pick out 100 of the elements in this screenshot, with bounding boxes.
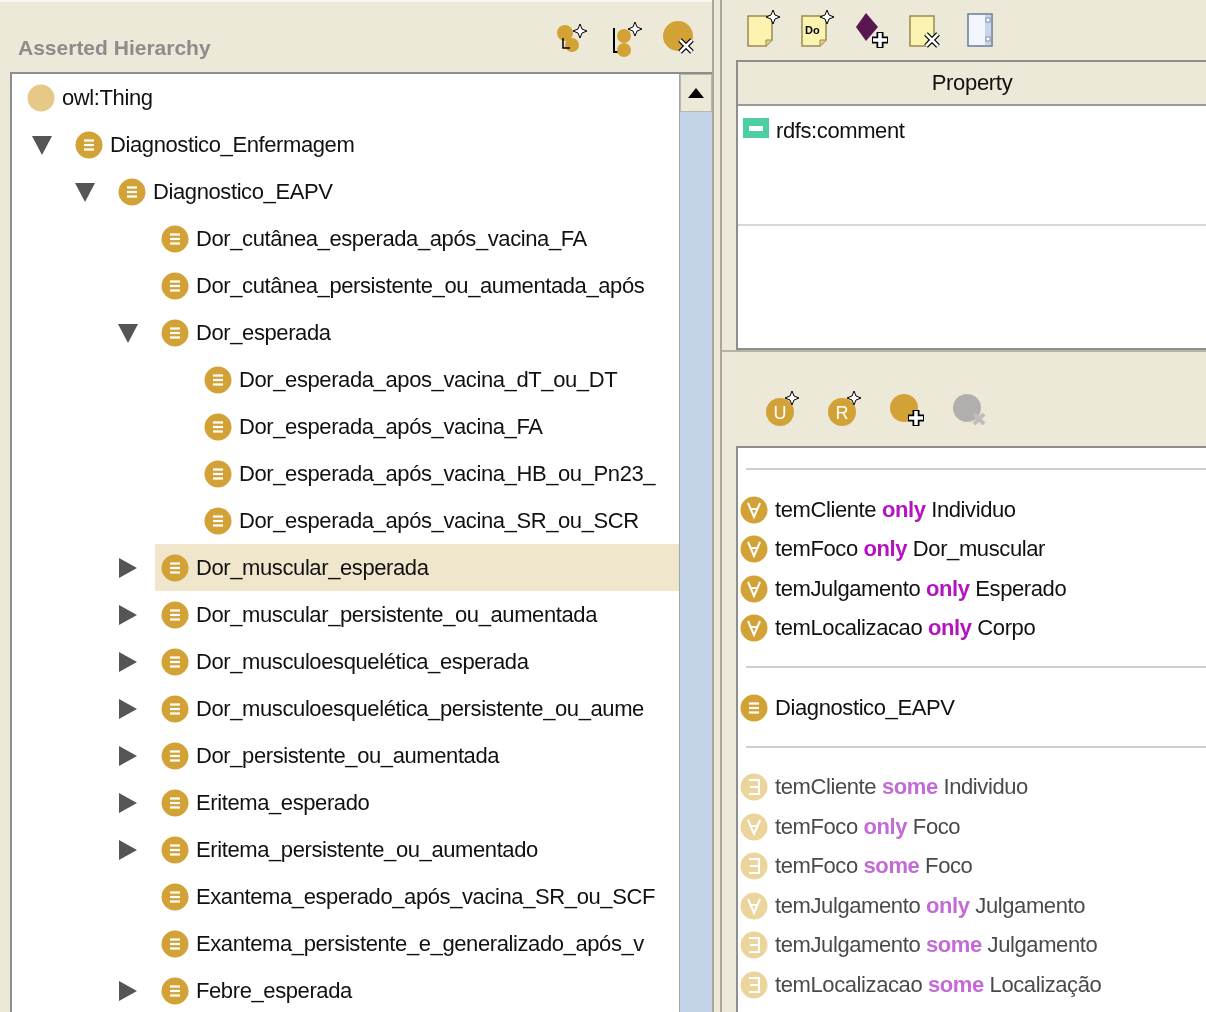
tree-row[interactable]: Dor_esperada_após_vacina_FA [12, 403, 679, 450]
existential-restriction-icon [740, 773, 768, 802]
class-label: Dor_muscular_persistente_ou_aumentada [196, 601, 597, 628]
existential-restriction-icon [740, 970, 768, 999]
tree-row[interactable]: Dor_esperada_apos_vacina_dT_ou_DT [12, 356, 679, 403]
scroll-up-button[interactable] [680, 74, 712, 112]
class-label: Eritema_persistente_ou_aumentado [196, 836, 538, 863]
class-label: Dor_cutânea_persistente_ou_aumentada_após [196, 272, 645, 299]
arrow-up-icon [688, 88, 704, 98]
class-icon [118, 177, 146, 206]
condition-text: temLocalizacao only Corpo [775, 615, 1036, 642]
class-icon [740, 693, 768, 722]
tree-row[interactable]: Dor_esperada_após_vacina_HB_ou_Pn23_ [12, 450, 679, 497]
collapse-arrow-icon[interactable] [75, 180, 95, 203]
collapse-arrow-icon[interactable] [118, 321, 138, 344]
condition-text: temLocalizacao some Localização [775, 971, 1102, 998]
tree-row[interactable]: owl:Thing [12, 74, 679, 121]
condition-row[interactable]: temLocalizacao only Corpo [738, 608, 1206, 648]
class-label: Exantema_esperado_após_vacina_SR_ou_SCF [196, 883, 655, 910]
class-icon [161, 647, 189, 676]
expand-arrow-icon[interactable] [118, 697, 138, 720]
condition-row[interactable]: temLocalizacao some Localização [738, 965, 1206, 1005]
condition-row[interactable]: Diagnostico_EAPV [738, 688, 1206, 728]
tree-row[interactable]: Eritema_esperado [12, 779, 679, 826]
tree-row[interactable]: Dor_cutânea_persistente_ou_aumentada_após [12, 262, 679, 309]
condition-row[interactable]: temFoco only Dor_muscular [738, 529, 1206, 569]
class-icon [161, 929, 189, 958]
class-label: Dor_persistente_ou_aumentada [196, 742, 500, 769]
tree-row[interactable]: Dor_persistente_ou_aumentada [12, 732, 679, 779]
class-icon [161, 318, 189, 347]
class-icon [204, 412, 232, 441]
class-label: Dor_esperada_após_vacina_SR_ou_SCR [239, 507, 639, 534]
class-icon [161, 224, 189, 253]
class-label: Eritema_esperado [196, 789, 370, 816]
universal-restriction-icon [740, 614, 768, 643]
condition-row[interactable]: temJulgamento only Julgamento [738, 886, 1206, 926]
tree-row[interactable]: Exantema_esperado_após_vacina_SR_ou_SCF [12, 873, 679, 920]
annotation-icon [743, 118, 769, 138]
tree-row[interactable]: Dor_musculoesquelética_esperada [12, 638, 679, 685]
expand-arrow-icon[interactable] [118, 650, 138, 673]
condition-text: temFoco only Dor_muscular [775, 536, 1045, 563]
expand-arrow-icon[interactable] [118, 603, 138, 626]
tree-row[interactable]: Dor_esperada_após_vacina_SR_ou_SCR [12, 497, 679, 544]
thing-icon [27, 83, 55, 112]
class-icon [204, 365, 232, 394]
expand-arrow-icon[interactable] [118, 744, 138, 767]
class-icon [161, 553, 189, 582]
condition-row[interactable]: temCliente some Individuo [738, 767, 1206, 807]
tree-row[interactable]: Dor_esperada [12, 309, 679, 356]
universal-restriction-icon [740, 574, 768, 603]
collapse-arrow-icon[interactable] [32, 133, 52, 156]
class-label: Diagnostico_Enfermagem [110, 131, 355, 158]
class-label: Dor_esperada [196, 319, 331, 346]
column-header: Property [738, 62, 1206, 106]
class-label: Dor_musculoesquelética_persistente_ou_aume [196, 695, 644, 722]
class-label: Dor_musculoesquelética_esperada [196, 648, 529, 675]
expand-arrow-icon[interactable] [118, 791, 138, 814]
condition-row[interactable]: temJulgamento some Julgamento [738, 925, 1206, 965]
class-icon [161, 835, 189, 864]
condition-row[interactable]: temFoco some Foco [738, 846, 1206, 886]
class-icon [204, 506, 232, 535]
condition-row[interactable]: temFoco only Foco [738, 807, 1206, 847]
condition-text: temFoco some Foco [775, 853, 973, 880]
tree-row[interactable]: Dor_cutânea_esperada_após_vacina_FA [12, 215, 679, 262]
class-label: Dor_esperada_apos_vacina_dT_ou_DT [239, 366, 618, 393]
expand-arrow-icon[interactable] [118, 979, 138, 1002]
class-icon [161, 271, 189, 300]
property-name: rdfs:comment [776, 118, 905, 144]
tree-row[interactable]: Dor_muscular_persistente_ou_aumentada [12, 591, 679, 638]
class-icon [161, 882, 189, 911]
condition-text: temCliente only Individuo [775, 496, 1016, 523]
condition-text: Diagnostico_EAPV [775, 694, 955, 721]
condition-row[interactable]: temCliente only Individuo [738, 490, 1206, 530]
expand-arrow-icon[interactable] [118, 556, 138, 579]
class-label: Exantema_persistente_e_generalizado_após_v [196, 930, 644, 957]
universal-restriction-icon [740, 495, 768, 524]
condition-text: temFoco only Foco [775, 813, 961, 840]
condition-row[interactable]: temJulgamento only Esperado [738, 569, 1206, 609]
existential-restriction-icon [740, 852, 768, 881]
condition-text: temJulgamento only Julgamento [775, 892, 1086, 919]
expand-arrow-icon[interactable] [118, 838, 138, 861]
panel-title: Asserted Hierarchy [18, 37, 211, 58]
tree-row[interactable]: Febre_esperada [12, 967, 679, 1012]
tree-row[interactable]: Eritema_persistente_ou_aumentado [12, 826, 679, 873]
tree-row[interactable]: Diagnostico_EAPV [12, 168, 679, 215]
condition-text: temJulgamento only Esperado [775, 575, 1067, 602]
tree-row[interactable]: Exantema_persistente_e_generalizado_após_v [12, 920, 679, 967]
class-label: Dor_muscular_esperada [196, 554, 429, 581]
tree-row[interactable]: Diagnostico_Enfermagem [12, 121, 679, 168]
condition-text: temJulgamento some Julgamento [775, 932, 1098, 959]
class-label: owl:Thing [62, 84, 153, 111]
class-icon [161, 600, 189, 629]
class-label: Dor_esperada_após_vacina_FA [239, 413, 543, 440]
class-icon [161, 741, 189, 770]
class-icon [161, 694, 189, 723]
class-icon [161, 976, 189, 1005]
universal-restriction-icon [740, 812, 768, 841]
class-label: Febre_esperada [196, 977, 352, 1004]
class-label: Diagnostico_EAPV [153, 178, 333, 205]
tree-row[interactable]: Dor_musculoesquelética_persistente_ou_aume [12, 685, 679, 732]
